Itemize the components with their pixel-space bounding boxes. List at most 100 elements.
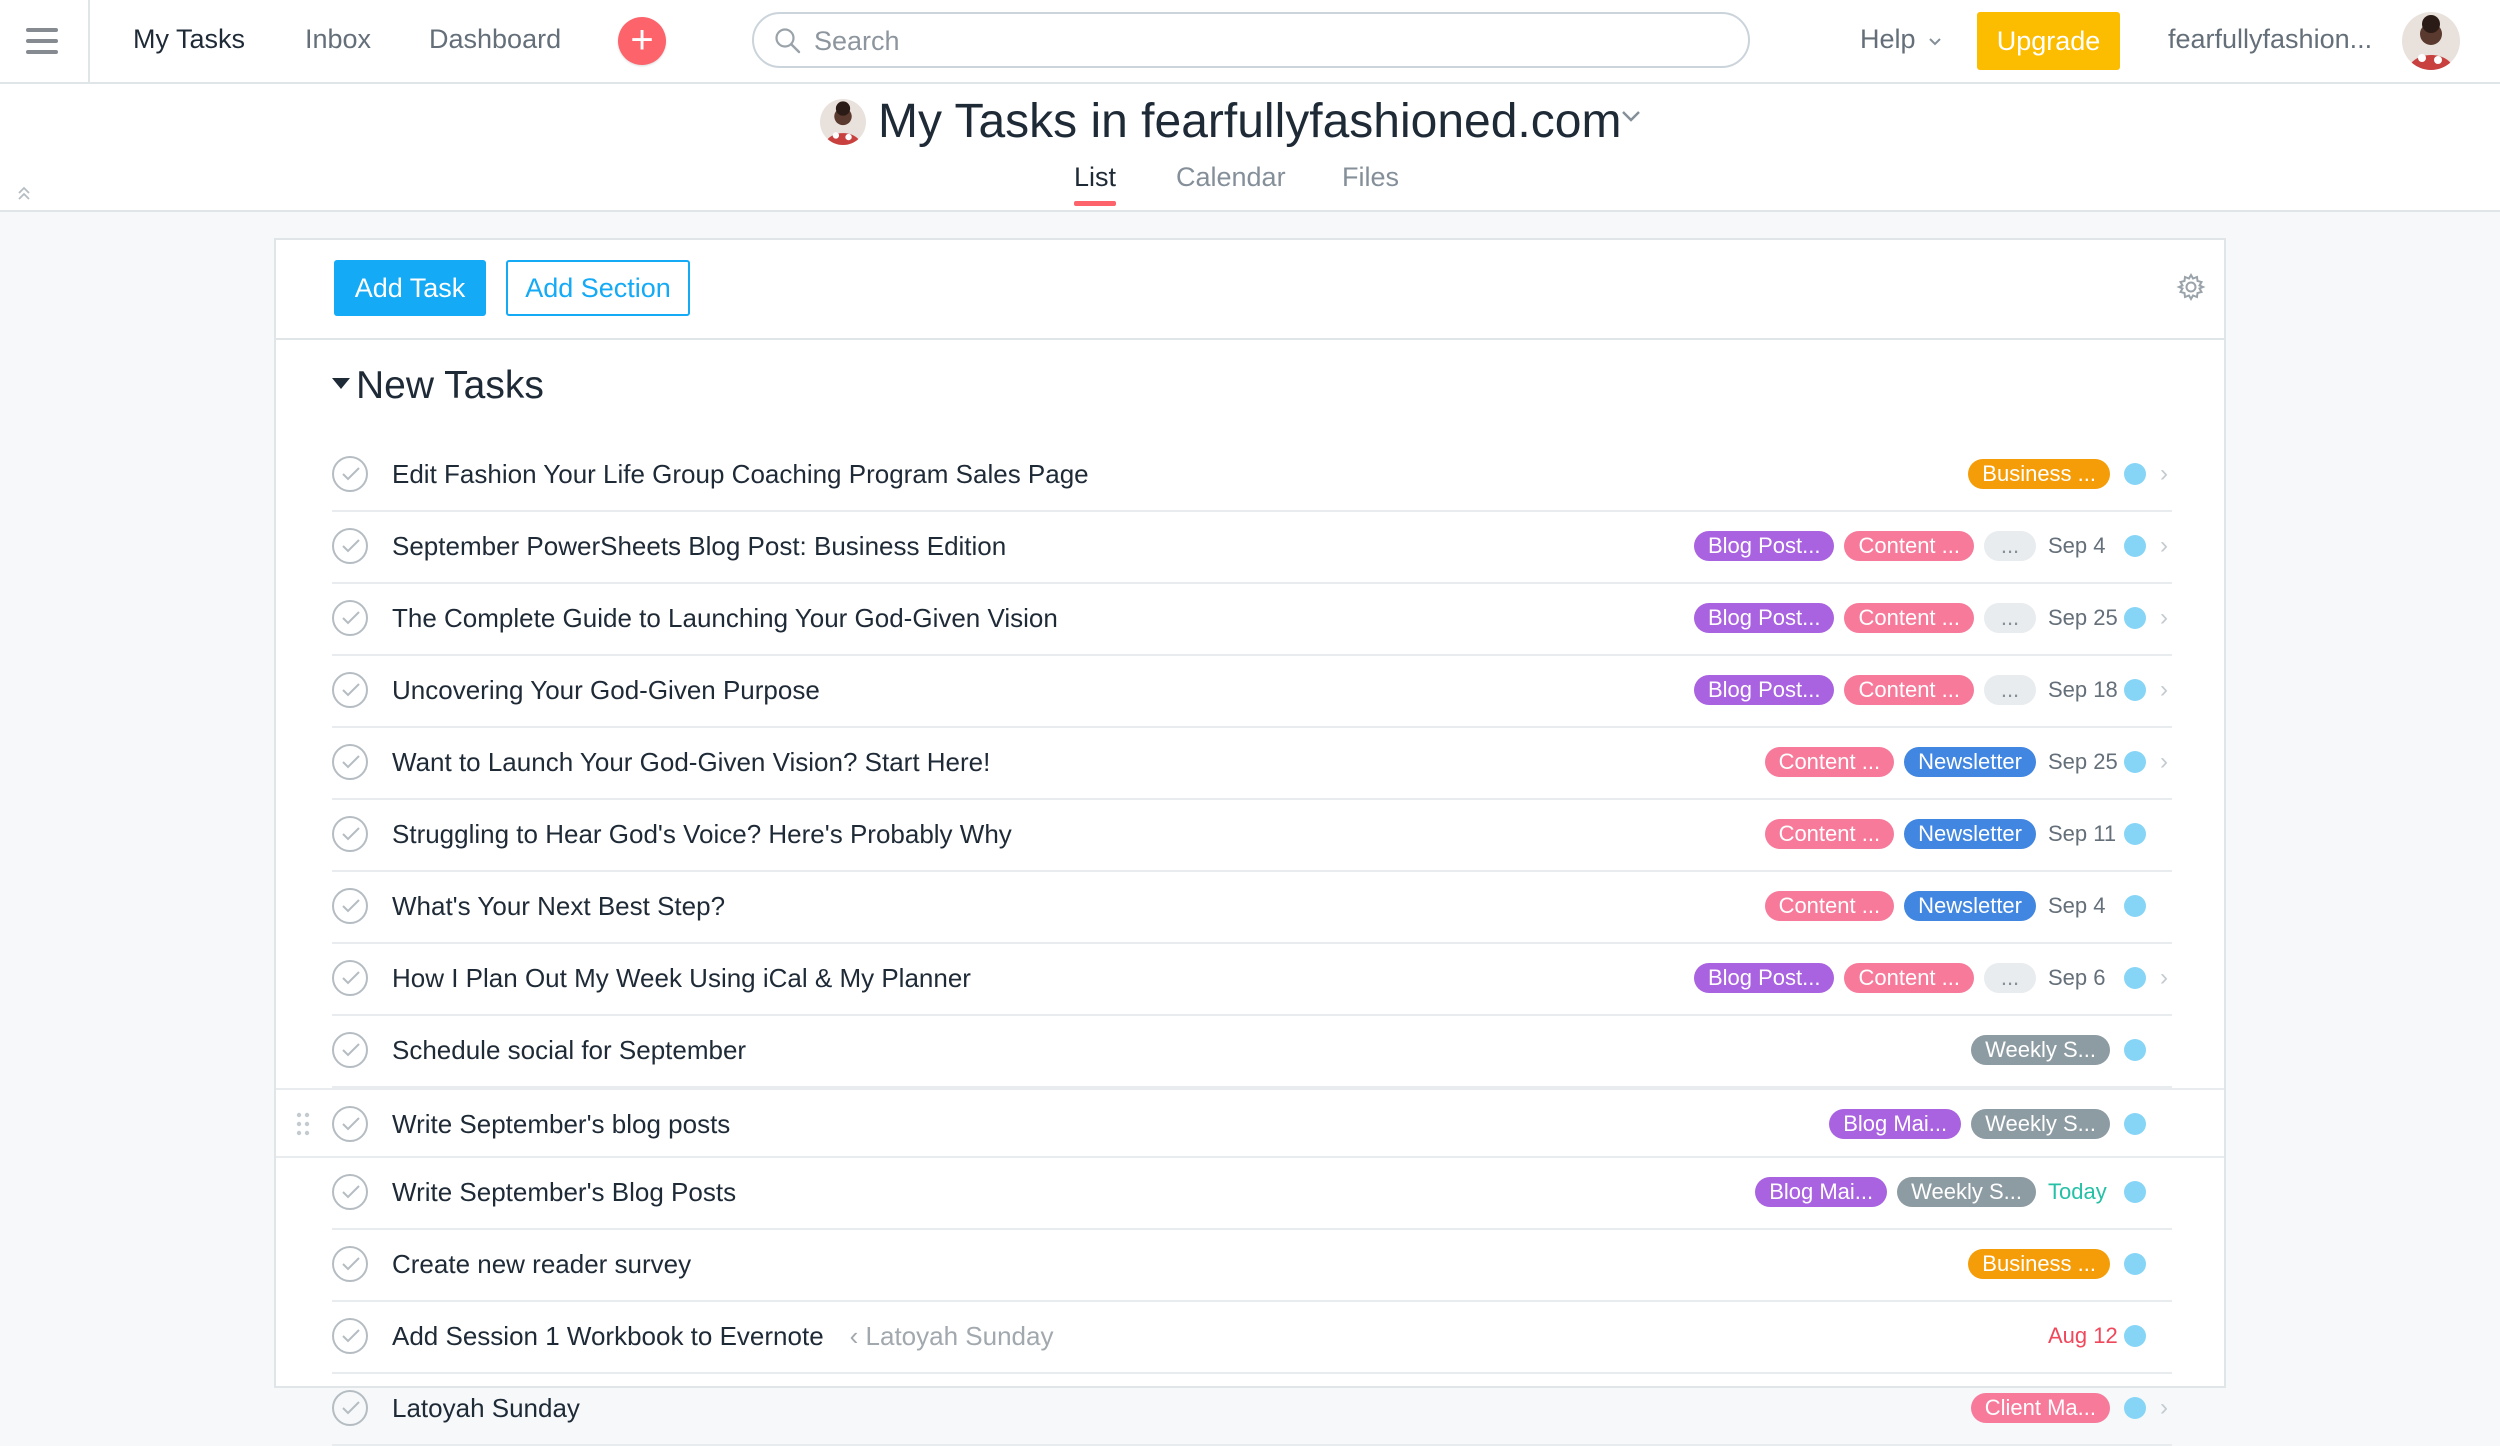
user-avatar[interactable] — [2402, 12, 2460, 70]
assignee-avatar[interactable] — [2124, 751, 2146, 773]
task-row[interactable]: What's Your Next Best Step? Content ... Ne… — [332, 872, 2172, 944]
task-row[interactable]: The Complete Guide to Launching Your God… — [332, 584, 2172, 656]
task-row[interactable]: September PowerSheets Blog Post: Busines… — [332, 512, 2172, 584]
task-title[interactable]: Edit Fashion Your Life Group Coaching Pr… — [392, 459, 1089, 490]
complete-task-checkbox[interactable] — [332, 1106, 368, 1142]
task-row[interactable]: Edit Fashion Your Life Group Coaching Pr… — [332, 440, 2172, 512]
task-title[interactable]: Latoyah Sunday — [392, 1393, 580, 1424]
collapse-header-icon[interactable] — [16, 184, 32, 204]
more-tags-badge[interactable]: ... — [1984, 963, 2036, 993]
more-tags-badge[interactable]: ... — [1984, 675, 2036, 705]
assignee-avatar[interactable] — [2124, 1253, 2146, 1275]
project-tag[interactable]: Content ... — [1844, 675, 1974, 705]
chevron-right-icon[interactable]: › — [2156, 604, 2172, 632]
hamburger-menu-icon[interactable] — [26, 28, 58, 54]
task-title[interactable]: Write September's blog posts — [392, 1109, 730, 1140]
collapse-triangle-icon[interactable] — [332, 378, 350, 390]
assignee-avatar[interactable] — [2124, 1181, 2146, 1203]
more-tags-badge[interactable]: ... — [1984, 603, 2036, 633]
task-title[interactable]: Uncovering Your God-Given Purpose — [392, 675, 820, 706]
project-tag[interactable]: Blog Post... — [1693, 603, 1835, 633]
assignee-avatar[interactable] — [2124, 607, 2146, 629]
task-title[interactable]: September PowerSheets Blog Post: Busines… — [392, 531, 1006, 562]
due-date[interactable]: Sep 25 — [2048, 605, 2118, 631]
complete-task-checkbox[interactable] — [332, 744, 368, 780]
task-title[interactable]: Create new reader survey — [392, 1249, 691, 1280]
project-tag[interactable]: Blog Mai... — [1755, 1177, 1888, 1207]
more-tags-badge[interactable]: ... — [1984, 531, 2036, 561]
chevron-right-icon[interactable]: › — [2156, 532, 2172, 560]
task-title[interactable]: What's Your Next Best Step? — [392, 891, 725, 922]
complete-task-checkbox[interactable] — [332, 1390, 368, 1426]
complete-task-checkbox[interactable] — [332, 960, 368, 996]
assignee-avatar[interactable] — [2124, 679, 2146, 701]
task-row[interactable]: Uncovering Your God-Given Purpose Blog Po… — [332, 656, 2172, 728]
complete-task-checkbox[interactable] — [332, 1174, 368, 1210]
complete-task-checkbox[interactable] — [332, 528, 368, 564]
project-tag[interactable]: Content ... — [1844, 531, 1974, 561]
complete-task-checkbox[interactable] — [332, 1318, 368, 1354]
section-header[interactable]: New Tasks — [332, 364, 544, 408]
task-title[interactable]: Struggling to Hear God's Voice? Here's P… — [392, 819, 1012, 850]
chevron-right-icon[interactable]: › — [2156, 460, 2172, 488]
task-title[interactable]: Want to Launch Your God-Given Vision? St… — [392, 747, 990, 778]
project-tag[interactable]: Content ... — [1764, 891, 1895, 921]
complete-task-checkbox[interactable] — [332, 456, 368, 492]
task-row[interactable]: Want to Launch Your God-Given Vision? St… — [332, 728, 2172, 800]
task-row[interactable]: Add Session 1 Workbook to Evernote ‹ Lato… — [332, 1302, 2172, 1374]
assignee-avatar[interactable] — [2124, 1325, 2146, 1347]
assignee-avatar[interactable] — [2124, 1397, 2146, 1419]
task-row[interactable]: Schedule social for September Weekly S... — [332, 1016, 2172, 1088]
quick-add-plus-icon[interactable]: + — [618, 17, 666, 65]
tab-list[interactable]: List — [1074, 162, 1116, 193]
project-tag[interactable]: Blog Mai... — [1829, 1109, 1962, 1139]
due-date[interactable]: Aug 12 — [2048, 1323, 2118, 1349]
due-date[interactable]: Today — [2048, 1179, 2110, 1205]
due-date[interactable]: Sep 4 — [2048, 533, 2110, 559]
assignee-avatar[interactable] — [2124, 1113, 2146, 1135]
complete-task-checkbox[interactable] — [332, 816, 368, 852]
task-row[interactable]: Latoyah Sunday Client Ma... › — [332, 1374, 2172, 1446]
gear-icon[interactable] — [2176, 272, 2206, 302]
due-date[interactable]: Sep 18 — [2048, 677, 2118, 703]
task-row[interactable]: Write September's Blog Posts Blog Mai... W… — [332, 1158, 2172, 1230]
due-date[interactable]: Sep 25 — [2048, 749, 2118, 775]
complete-task-checkbox[interactable] — [332, 888, 368, 924]
task-row[interactable]: Write September's blog posts Blog Mai... W… — [276, 1088, 2224, 1158]
search-input[interactable] — [812, 22, 1716, 60]
assignee-avatar[interactable] — [2124, 1039, 2146, 1061]
assignee-avatar[interactable] — [2124, 967, 2146, 989]
add-task-button[interactable]: Add Task — [334, 260, 486, 316]
task-title[interactable]: Add Session 1 Workbook to Evernote ‹ Lato… — [392, 1321, 1053, 1352]
parent-task-link[interactable]: ‹ Latoyah Sunday — [850, 1321, 1054, 1351]
task-title[interactable]: Schedule social for September — [392, 1035, 746, 1066]
project-tag[interactable]: Business ... — [1968, 1249, 2110, 1279]
task-title[interactable]: Write September's Blog Posts — [392, 1177, 736, 1208]
nav-my-tasks[interactable]: My Tasks — [133, 24, 245, 55]
task-row[interactable]: How I Plan Out My Week Using iCal & My P… — [332, 944, 2172, 1016]
task-title[interactable]: The Complete Guide to Launching Your God… — [392, 603, 1058, 634]
help-menu[interactable]: Help — [1860, 24, 1943, 55]
project-tag[interactable]: Business ... — [1968, 459, 2110, 489]
project-tag[interactable]: Newsletter — [1904, 819, 2036, 849]
chevron-right-icon[interactable]: › — [2156, 676, 2172, 704]
drag-handle-icon[interactable] — [296, 1112, 310, 1136]
chevron-right-icon[interactable]: › — [2156, 1394, 2172, 1422]
project-tag[interactable]: Weekly S... — [1897, 1177, 2036, 1207]
chevron-right-icon[interactable]: › — [2156, 748, 2172, 776]
project-tag[interactable]: Weekly S... — [1971, 1035, 2110, 1065]
project-tag[interactable]: Blog Post... — [1693, 531, 1835, 561]
chevron-right-icon[interactable]: › — [2156, 964, 2172, 992]
nav-inbox[interactable]: Inbox — [305, 24, 371, 55]
complete-task-checkbox[interactable] — [332, 672, 368, 708]
search-bar[interactable] — [752, 12, 1750, 68]
project-tag[interactable]: Weekly S... — [1971, 1109, 2110, 1139]
tab-files[interactable]: Files — [1342, 162, 1399, 193]
project-tag[interactable]: Blog Post... — [1693, 963, 1835, 993]
task-row[interactable]: Create new reader survey Business ... — [332, 1230, 2172, 1302]
tab-calendar[interactable]: Calendar — [1176, 162, 1286, 193]
project-tag[interactable]: Newsletter — [1904, 891, 2036, 921]
due-date[interactable]: Sep 6 — [2048, 965, 2110, 991]
assignee-avatar[interactable] — [2124, 463, 2146, 485]
complete-task-checkbox[interactable] — [332, 1246, 368, 1282]
